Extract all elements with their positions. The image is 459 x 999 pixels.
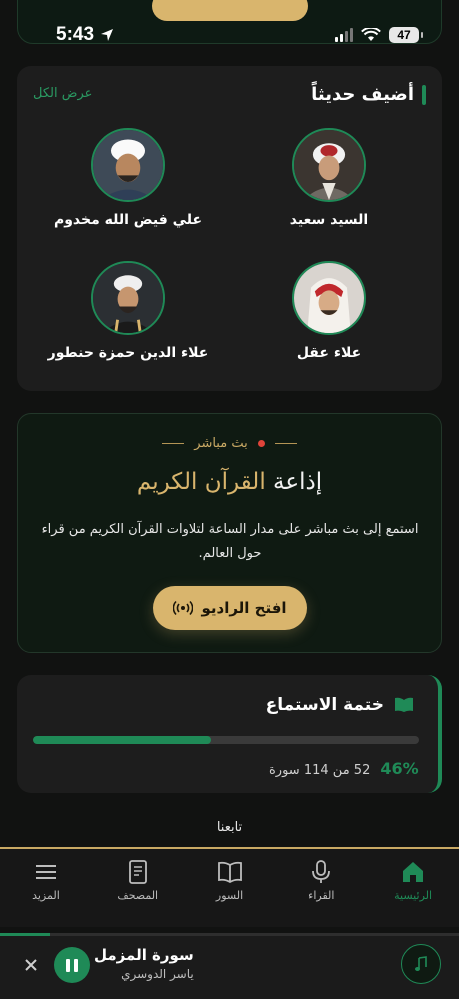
section-accent-bar [422,84,426,105]
open-radio-label: افتح الراديو [201,599,287,617]
mini-player[interactable]: سورة المزمل ياسر الدوسري [0,933,459,999]
now-playing-title: سورة المزمل [94,946,194,964]
bottom-navigation: الرئيسية القراء السور المصحف المزيد [0,847,459,927]
follow-us-heading: تابعنا [216,820,243,835]
microphone-icon [312,860,331,883]
player-progress-fill [0,933,51,936]
reciter-photo [294,263,364,333]
reciter-name: علاء الدين حمزة حنطور [47,345,209,361]
battery-indicator: 47 [389,27,423,43]
live-indicator: بث مباشر [18,436,441,451]
recently-added-header: أضيف حديثاً [311,84,426,105]
live-label: بث مباشر [194,436,248,451]
khatma-progress-fill [33,736,211,744]
reciter-card[interactable]: علي فيض الله مخدوم [38,128,218,228]
status-bar: 5:43 47 [0,18,459,52]
nav-label: السور [215,889,244,902]
reciter-name: علاء عقل [296,345,362,361]
reciter-avatar [292,128,366,202]
nav-label: القراء [308,889,335,902]
location-arrow-icon [101,29,114,41]
khatma-title: ختمة الاستماع [265,695,384,715]
status-time: 5:43 [56,24,114,46]
pause-icon-bar [66,958,70,972]
now-playing-reciter: ياسر الدوسري [121,967,194,981]
radio-description: استمع إلى بث مباشر على مدار الساعة لتلاو… [41,522,419,561]
wifi-icon [361,28,381,41]
status-icons: 47 [335,27,423,43]
nav-mushaf[interactable]: المصحف [92,849,184,927]
mushaf-icon [128,860,147,884]
home-icon [403,862,424,882]
nav-label: المزيد [32,889,60,902]
listening-khatma-card[interactable]: ختمة الاستماع 46% 52 من 114 سورة [17,675,442,793]
view-all-link[interactable]: عرض الكل [33,86,92,101]
khatma-count: 52 من 114 سورة [269,763,371,778]
radio-title: إذاعة القرآن الكريم [136,469,323,495]
nav-reciters[interactable]: القراء [275,849,367,927]
recently-added-card: أضيف حديثاً عرض الكل السيد سعيد علي فيض … [17,66,442,391]
book-open-icon [217,861,242,884]
recently-added-title: أضيف حديثاً [311,84,414,105]
reciter-name: السيد سعيد [289,212,369,228]
reciter-card[interactable]: علاء الدين حمزة حنطور [38,261,218,361]
khatma-header: ختمة الاستماع [266,695,414,715]
music-note-button[interactable] [401,944,441,984]
reciter-card[interactable]: السيد سعيد [239,128,419,228]
reciter-card[interactable]: علاء عقل [239,261,419,361]
pause-button[interactable] [54,947,90,983]
menu-icon [35,865,56,879]
reciter-name: علي فيض الله مخدوم [53,212,203,228]
close-icon [25,958,37,971]
pause-icon-bar [74,958,78,972]
cellular-signal-icon [335,28,353,42]
music-note-icon [415,956,427,971]
nav-surahs[interactable]: السور [184,849,276,927]
nav-label: المصحف [117,889,159,902]
reciter-photo [294,130,364,200]
khatma-percent: 46% [380,759,419,778]
live-dot-icon [257,440,265,447]
nav-label: الرئيسية [394,889,433,902]
reciter-avatar [91,261,165,335]
open-radio-button[interactable]: افتح الراديو [153,586,307,630]
decorative-line [162,443,185,444]
reciter-avatar [292,261,366,335]
now-playing-info[interactable]: سورة المزمل ياسر الدوسري [94,946,194,981]
reciter-photo [93,263,163,333]
broadcast-icon [173,600,194,616]
player-progress-bar[interactable] [0,933,459,936]
nav-more[interactable]: المزيد [0,849,92,927]
book-icon [395,697,413,712]
reciter-avatar [91,128,165,202]
quran-radio-card: بث مباشر إذاعة القرآن الكريم استمع إلى ب… [17,413,442,653]
reciter-photo [93,130,163,200]
close-player-button[interactable] [20,955,42,977]
decorative-line [274,443,297,444]
khatma-stats: 46% 52 من 114 سورة [269,759,419,778]
nav-home[interactable]: الرئيسية [367,849,459,927]
khatma-progress-bar [33,736,419,744]
